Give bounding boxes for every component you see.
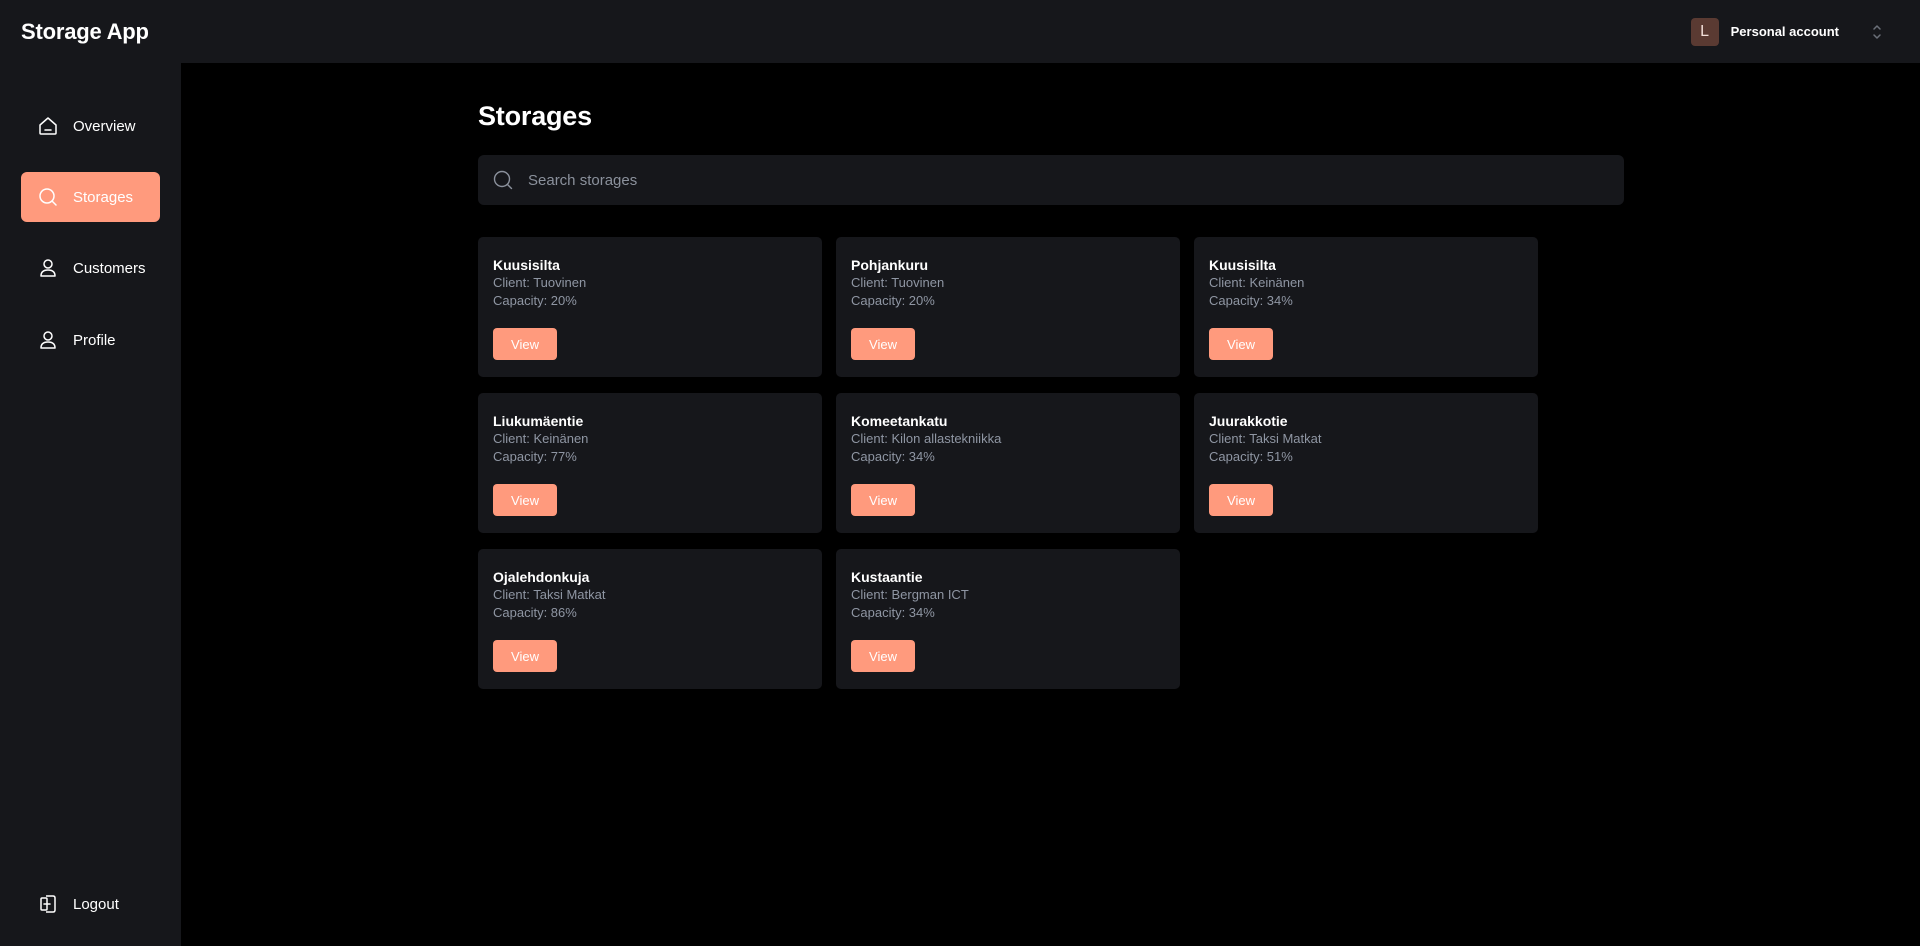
storage-name: Pohjankuru [851, 257, 929, 273]
avatar: L [1690, 17, 1719, 46]
storage-client: Client: Taksi Matkat [493, 587, 606, 602]
search-bar[interactable] [478, 155, 1624, 205]
storage-capacity: Capacity: 20% [851, 293, 935, 308]
sidebar-item-overview[interactable]: Overview [21, 101, 160, 151]
view-button[interactable]: View [1209, 328, 1273, 360]
storage-card: Juurakkotie Client: Taksi Matkat Capacit… [1194, 393, 1538, 533]
storage-capacity: Capacity: 20% [493, 293, 577, 308]
view-button[interactable]: View [493, 640, 557, 672]
app-title: Storage App [21, 18, 149, 44]
view-button[interactable]: View [851, 640, 915, 672]
sidebar-item-storages[interactable]: Storages [21, 172, 160, 222]
sidebar-item-label: Storages [73, 188, 134, 206]
account-switcher[interactable]: L Personal account [1690, 14, 1883, 50]
sidebar: Overview Storages Customers Profile Logo… [0, 63, 181, 946]
storage-name: Kustaantie [851, 569, 923, 585]
storage-client: Client: Kilon allastekniikka [851, 431, 1002, 446]
storage-card: Kuusisilta Client: Keinänen Capacity: 34… [1194, 237, 1538, 377]
view-button[interactable]: View [851, 484, 915, 516]
storage-client: Client: Tuovinen [851, 275, 945, 290]
storage-client: Client: Keinänen [1209, 275, 1305, 290]
view-button[interactable]: View [493, 484, 557, 516]
storage-capacity: Capacity: 77% [493, 449, 577, 464]
top-bar: Storage App L Personal account [0, 0, 1920, 63]
storage-card: Liukumäentie Client: Keinänen Capacity: … [478, 393, 822, 533]
chevron-up-down-icon [1871, 23, 1883, 41]
storage-card: Kustaantie Client: Bergman ICT Capacity:… [836, 549, 1180, 689]
home-icon [37, 115, 59, 137]
storage-capacity: Capacity: 34% [851, 449, 935, 464]
storage-name: Juurakkotie [1209, 413, 1288, 429]
page-title: Storages [478, 101, 592, 131]
sidebar-item-customers[interactable]: Customers [21, 243, 160, 293]
storage-grid: Kuusisilta Client: Tuovinen Capacity: 20… [478, 237, 1538, 689]
sidebar-item-label: Customers [73, 259, 146, 277]
storage-client: Client: Taksi Matkat [1209, 431, 1322, 446]
account-label: Personal account [1730, 24, 1839, 39]
search-input[interactable] [528, 171, 1588, 189]
view-button[interactable]: View [1209, 484, 1273, 516]
sidebar-item-label: Profile [73, 331, 116, 349]
view-button[interactable]: View [851, 328, 915, 360]
search-icon [492, 169, 514, 191]
storage-client: Client: Bergman ICT [851, 587, 969, 602]
storage-card: Ojalehdonkuja Client: Taksi Matkat Capac… [478, 549, 822, 689]
search-icon [37, 186, 59, 208]
storage-name: Ojalehdonkuja [493, 569, 590, 585]
storage-card: Kuusisilta Client: Tuovinen Capacity: 20… [478, 237, 822, 377]
user-icon [37, 257, 59, 279]
storage-capacity: Capacity: 34% [1209, 293, 1293, 308]
storage-name: Kuusisilta [493, 257, 560, 273]
view-button[interactable]: View [493, 328, 557, 360]
user-icon [37, 329, 59, 351]
storage-client: Client: Tuovinen [493, 275, 587, 290]
storage-client: Client: Keinänen [493, 431, 589, 446]
storage-card: Pohjankuru Client: Tuovinen Capacity: 20… [836, 237, 1180, 377]
sidebar-item-profile[interactable]: Profile [21, 315, 160, 365]
storage-capacity: Capacity: 34% [851, 605, 935, 620]
storage-name: Liukumäentie [493, 413, 584, 429]
storage-capacity: Capacity: 86% [493, 605, 577, 620]
logout-label: Logout [73, 895, 119, 913]
sidebar-item-label: Overview [73, 117, 136, 135]
logout-button[interactable]: Logout [21, 879, 160, 929]
storage-card: Komeetankatu Client: Kilon allastekniikk… [836, 393, 1180, 533]
main-content: Storages Kuusisilta Client: Tuovinen Cap… [181, 63, 1920, 946]
storage-capacity: Capacity: 51% [1209, 449, 1293, 464]
storage-name: Komeetankatu [851, 413, 948, 429]
storage-name: Kuusisilta [1209, 257, 1276, 273]
logout-icon [37, 893, 59, 915]
